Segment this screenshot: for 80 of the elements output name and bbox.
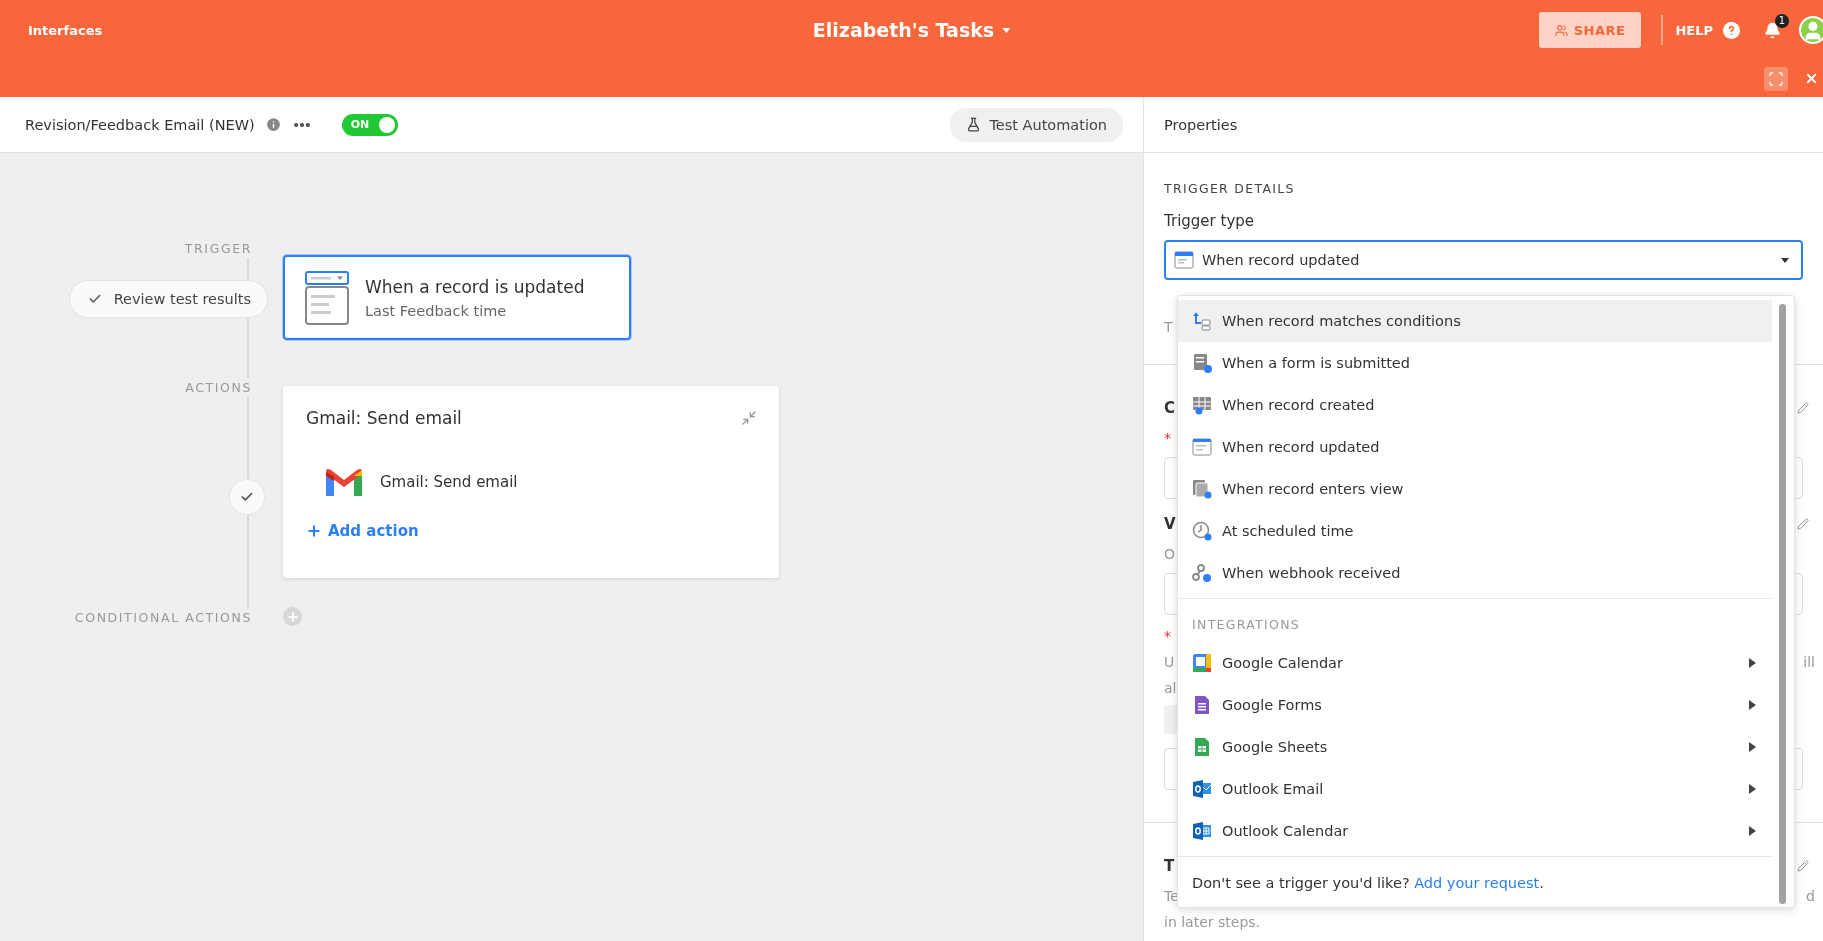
notifications-icon[interactable] [1764, 21, 1781, 39]
form-icon [1192, 695, 1212, 715]
avatar-icon[interactable] [1799, 16, 1823, 44]
submenu-arrow-icon [1749, 826, 1756, 836]
hint-text: al [1164, 680, 1177, 696]
view-icon [1192, 479, 1212, 499]
menu-item[interactable]: When record updated [1178, 426, 1772, 468]
review-test-results-button[interactable]: Review test results [68, 280, 268, 318]
required-mark: * [1164, 430, 1171, 446]
section-heading: T [1164, 857, 1175, 875]
mail-icon [326, 468, 362, 496]
submenu-arrow-icon [1749, 700, 1756, 710]
menu-item[interactable]: At scheduled time [1178, 510, 1772, 552]
record-icon [305, 270, 349, 325]
collapse-icon[interactable] [741, 410, 757, 426]
submenu-arrow-icon [1749, 742, 1756, 752]
group-title: INTEGRATIONS [1191, 616, 1302, 634]
trigger-type-select[interactable]: When record updated [1164, 240, 1803, 280]
edit-icon[interactable] [1797, 518, 1809, 530]
record-icon [1174, 250, 1194, 270]
menu-item[interactable]: Google Sheets [1178, 726, 1772, 768]
fullscreen-button[interactable] [1764, 66, 1788, 91]
trigger-card[interactable]: When a record is updated Last Feedback time [283, 255, 631, 340]
submenu-arrow-icon [1749, 658, 1756, 668]
section-heading: V [1164, 515, 1176, 533]
close-icon [1804, 71, 1819, 86]
menu-item[interactable]: When record matches conditions [1178, 300, 1772, 342]
record-icon [1192, 437, 1212, 457]
action-title: Gmail: Send email [306, 408, 462, 428]
flask-icon [966, 117, 982, 132]
check-icon [87, 292, 102, 306]
hint-text: in later steps. [1164, 914, 1261, 930]
close-button[interactable] [1804, 71, 1819, 86]
notification-count: 1 [1775, 13, 1789, 28]
trigger-field: Last Feedback time [365, 302, 585, 319]
hint-text: U [1164, 654, 1175, 670]
info-icon[interactable] [264, 116, 282, 133]
submenu-arrow-icon [1749, 784, 1756, 794]
calendar-icon [1192, 821, 1212, 841]
clock-icon [1192, 521, 1212, 541]
panel-title: Properties [1144, 97, 1823, 153]
section-heading: C [1164, 399, 1175, 417]
add-icon[interactable] [283, 607, 302, 626]
required-mark: * [1164, 628, 1171, 644]
section-title: TRIGGER DETAILS [1164, 181, 1296, 196]
people-icon [1554, 23, 1568, 37]
menu-item[interactable]: Outlook Calendar [1178, 810, 1772, 852]
menu-item[interactable]: When a form is submitted [1178, 342, 1772, 384]
menu-item[interactable]: Google Calendar [1178, 642, 1772, 684]
test-automation-button[interactable]: Test Automation [950, 107, 1123, 142]
edit-icon[interactable] [1797, 402, 1809, 414]
table-add-icon [1192, 395, 1212, 415]
calendar-icon [1192, 653, 1212, 673]
menu-item[interactable]: When record created [1178, 384, 1772, 426]
menu-item[interactable]: When webhook received [1178, 552, 1772, 594]
hint-text: ill [1803, 654, 1815, 670]
conditions-icon [1192, 311, 1212, 331]
form-icon [1192, 353, 1212, 373]
add-request-link[interactable]: Add your request [1414, 875, 1540, 891]
action-step[interactable]: Gmail: Send email [380, 473, 518, 491]
menu-item[interactable]: Google Forms [1178, 684, 1772, 726]
automation-name[interactable]: Revision/Feedback Email (NEW) [25, 116, 255, 133]
menu-item[interactable]: Outlook Email [1178, 768, 1772, 810]
field-label: Trigger type [1164, 212, 1255, 230]
footer-text: Don't see a trigger you'd like? Add your request. [1191, 874, 1545, 893]
trigger-title: When a record is updated [365, 276, 585, 297]
help-icon[interactable] [1723, 21, 1740, 39]
actions-label: ACTIONS [185, 378, 252, 397]
hint-text: d [1806, 888, 1815, 904]
plus-icon [306, 523, 322, 539]
spreadsheet-icon [1192, 737, 1212, 757]
add-action-link[interactable]: Add action [306, 522, 757, 540]
mail-icon [1192, 779, 1212, 799]
menu-item[interactable]: When record enters view [1178, 468, 1772, 510]
edit-icon[interactable] [1797, 860, 1809, 872]
hint-text: O [1164, 546, 1176, 562]
webhook-icon [1192, 563, 1212, 583]
hint-text: T [1164, 319, 1173, 335]
scrollbar[interactable] [1779, 304, 1786, 904]
focus-icon [1768, 70, 1784, 87]
